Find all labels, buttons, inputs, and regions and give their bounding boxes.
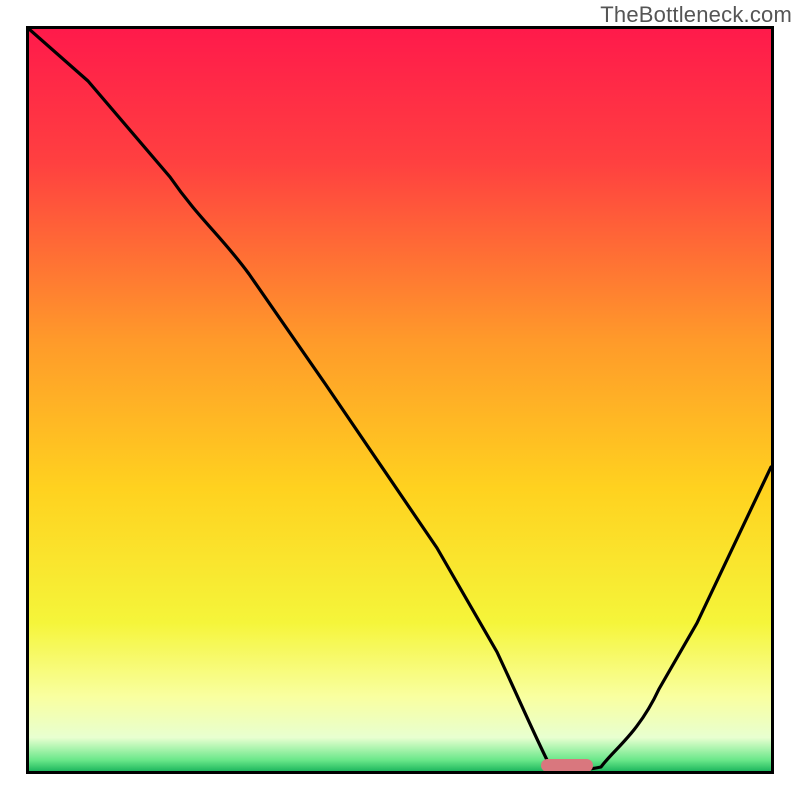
watermark-text: TheBottleneck.com: [600, 2, 792, 28]
chart-frame: TheBottleneck.com: [0, 0, 800, 800]
optimal-marker: [29, 29, 771, 771]
plot-area: [26, 26, 774, 774]
